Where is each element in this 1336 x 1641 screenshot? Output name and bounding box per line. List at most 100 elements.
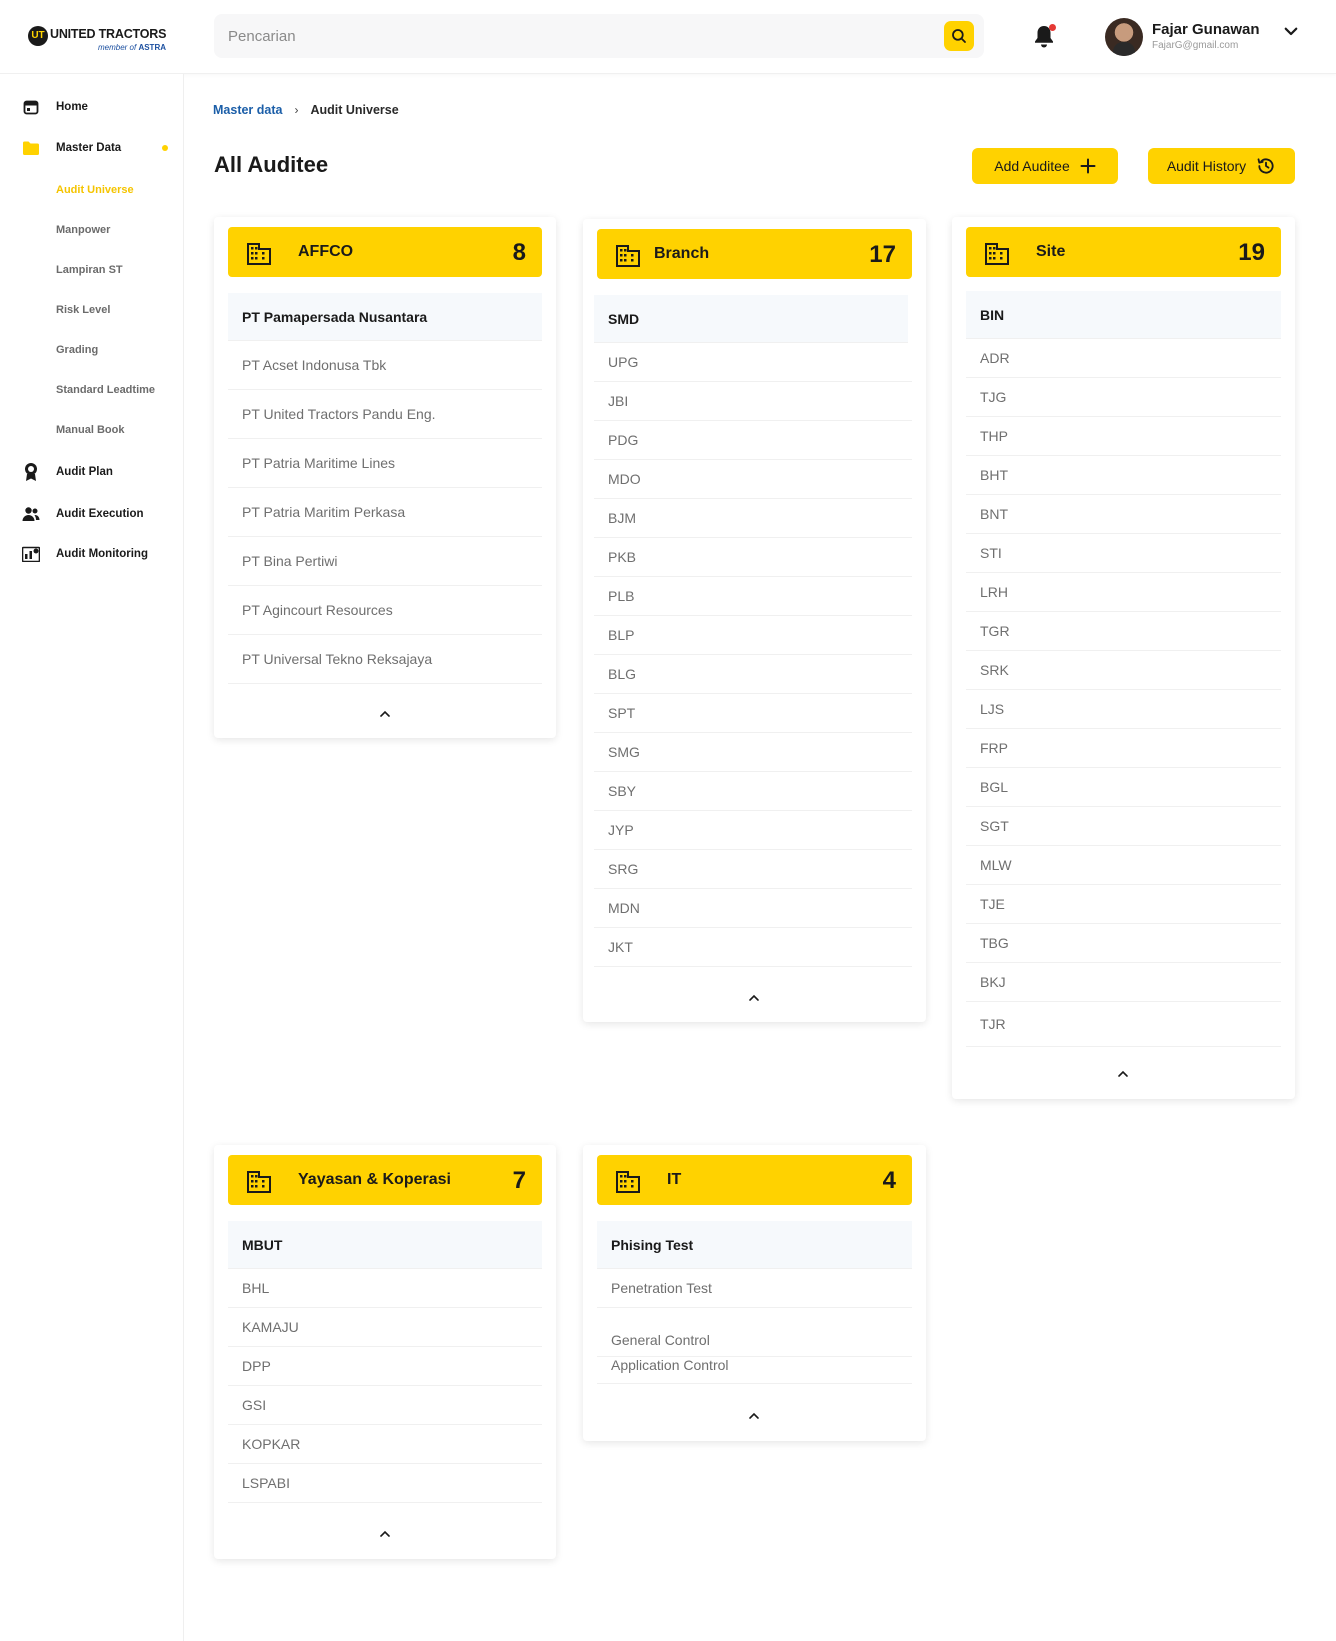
list-item[interactable]: STI: [966, 534, 1281, 573]
list-item[interactable]: SBY: [594, 772, 912, 811]
list-item[interactable]: LRH: [966, 573, 1281, 612]
list-item[interactable]: SGT: [966, 807, 1281, 846]
breadcrumb-link-master-data[interactable]: Master data: [213, 103, 282, 117]
collapse-button[interactable]: [744, 991, 764, 1005]
card-title: Site: [1036, 243, 1066, 260]
card-header: AFFCO 8: [228, 227, 542, 277]
user-email: FajarG@gmail.com: [1152, 40, 1239, 51]
sidebar-subitem-audit-universe[interactable]: Audit Universe: [56, 184, 134, 196]
avatar[interactable]: [1105, 18, 1143, 56]
list-item[interactable]: BIN: [966, 291, 1281, 339]
list-item[interactable]: SMD: [594, 295, 908, 343]
list-item[interactable]: PT United Tractors Pandu Eng.: [228, 390, 542, 439]
list-item[interactable]: SPT: [594, 694, 912, 733]
sidebar-subitem-manpower[interactable]: Manpower: [56, 224, 110, 236]
list-item[interactable]: JKT: [594, 928, 912, 967]
list-item[interactable]: MDN: [594, 889, 912, 928]
list-item[interactable]: PT Universal Tekno Reksajaya: [228, 635, 542, 684]
card-header: Branch 17: [597, 229, 912, 279]
list-item[interactable]: Penetration Test: [597, 1269, 912, 1308]
list-item[interactable]: THP: [966, 417, 1281, 456]
chevron-up-icon: [1118, 1070, 1128, 1077]
list-item[interactable]: BJM: [594, 499, 912, 538]
list-item[interactable]: FRP: [966, 729, 1281, 768]
list-item[interactable]: PT Agincourt Resources: [228, 586, 542, 635]
list-item[interactable]: PDG: [594, 421, 912, 460]
list-item[interactable]: SMG: [594, 733, 912, 772]
collapse-button[interactable]: [1113, 1067, 1133, 1081]
list-item[interactable]: KAMAJU: [228, 1308, 542, 1347]
list-item[interactable]: BLP: [594, 616, 912, 655]
list-item[interactable]: TJR: [966, 1002, 1281, 1047]
sidebar-item-master-data[interactable]: Master Data: [22, 137, 172, 159]
list-item[interactable]: PT Patria Maritim Perkasa: [228, 488, 542, 537]
building-icon: [616, 245, 640, 267]
list-item[interactable]: PT Patria Maritime Lines: [228, 439, 542, 488]
list-item[interactable]: MBUT: [228, 1221, 542, 1269]
folder-icon: [22, 139, 40, 157]
award-ribbon-icon: [22, 463, 40, 481]
active-indicator-dot: [162, 145, 168, 151]
list-item[interactable]: PKB: [594, 538, 912, 577]
list-item[interactable]: PT Bina Pertiwi: [228, 537, 542, 586]
list-item[interactable]: SRK: [966, 651, 1281, 690]
sidebar-subitem-standard-leadtime[interactable]: Standard Leadtime: [56, 384, 155, 396]
list-item[interactable]: JYP: [594, 811, 912, 850]
search-input[interactable]: [228, 22, 908, 50]
list-item[interactable]: PT Pamapersada Nusantara: [228, 293, 542, 341]
list-item[interactable]: TBG: [966, 924, 1281, 963]
list-item[interactable]: Phising Test: [597, 1221, 912, 1269]
list-item[interactable]: UPG: [594, 343, 912, 382]
page-title: All Auditee: [214, 152, 329, 177]
list-item[interactable]: DPP: [228, 1347, 542, 1386]
notification-button[interactable]: [1032, 24, 1058, 50]
list-item[interactable]: SRG: [594, 850, 912, 889]
list-item[interactable]: BNT: [966, 495, 1281, 534]
list-item[interactable]: TGR: [966, 612, 1281, 651]
sidebar-subitem-grading[interactable]: Grading: [56, 344, 98, 356]
user-menu-toggle[interactable]: [1282, 22, 1300, 40]
sidebar-item-audit-plan[interactable]: Audit Plan: [22, 461, 113, 483]
sidebar-subitem-risk-level[interactable]: Risk Level: [56, 304, 110, 316]
list-item[interactable]: BHT: [966, 456, 1281, 495]
list-item[interactable]: PLB: [594, 577, 912, 616]
breadcrumb-separator: ›: [294, 103, 299, 117]
card-site: Site 19 BIN ADR TJG THP BHT BNT STI LRH …: [952, 217, 1295, 1099]
brand-logo[interactable]: UT UNITED TRACTORS member of ASTRA: [26, 22, 176, 54]
user-name: Fajar Gunawan: [1152, 21, 1260, 38]
list-item[interactable]: LJS: [966, 690, 1281, 729]
list-item[interactable]: BHL: [228, 1269, 542, 1308]
sidebar-subitem-manual-book[interactable]: Manual Book: [56, 424, 124, 436]
list-item[interactable]: BGL: [966, 768, 1281, 807]
list-item[interactable]: Application Control: [597, 1346, 912, 1384]
search-button[interactable]: [944, 21, 974, 51]
list-item[interactable]: GSI: [228, 1386, 542, 1425]
sidebar-subitem-lampiran-st[interactable]: Lampiran ST: [56, 264, 123, 276]
list-item[interactable]: MDO: [594, 460, 912, 499]
list-item[interactable]: ADR: [966, 339, 1281, 378]
collapse-button[interactable]: [375, 707, 395, 721]
list-item[interactable]: KOPKAR: [228, 1425, 542, 1464]
collapse-button[interactable]: [375, 1527, 395, 1541]
add-auditee-button[interactable]: Add Auditee: [972, 148, 1118, 184]
card-count: 17: [869, 241, 896, 268]
list-item[interactable]: TJG: [966, 378, 1281, 417]
sidebar-item-audit-monitoring[interactable]: Audit Monitoring: [22, 543, 148, 565]
sidebar-item-audit-execution[interactable]: Audit Execution: [22, 503, 144, 525]
list-item[interactable]: PT Acset Indonusa Tbk: [228, 341, 542, 390]
audit-history-button[interactable]: Audit History: [1148, 148, 1295, 184]
sidebar-item-home[interactable]: Home: [22, 96, 88, 118]
card-title: Yayasan & Koperasi: [298, 1171, 451, 1188]
list-item[interactable]: LSPABI: [228, 1464, 542, 1503]
collapse-button[interactable]: [744, 1409, 764, 1423]
list-item[interactable]: MLW: [966, 846, 1281, 885]
search-icon: [952, 29, 966, 43]
list-item[interactable]: TJE: [966, 885, 1281, 924]
users-icon: [22, 505, 40, 523]
card-it: IT 4 Phising Test Penetration Test Gener…: [583, 1145, 926, 1441]
list-item[interactable]: JBI: [594, 382, 912, 421]
list-item[interactable]: BKJ: [966, 963, 1281, 1002]
card-count: 7: [512, 1167, 526, 1194]
search-bar: [214, 14, 984, 58]
list-item[interactable]: BLG: [594, 655, 912, 694]
